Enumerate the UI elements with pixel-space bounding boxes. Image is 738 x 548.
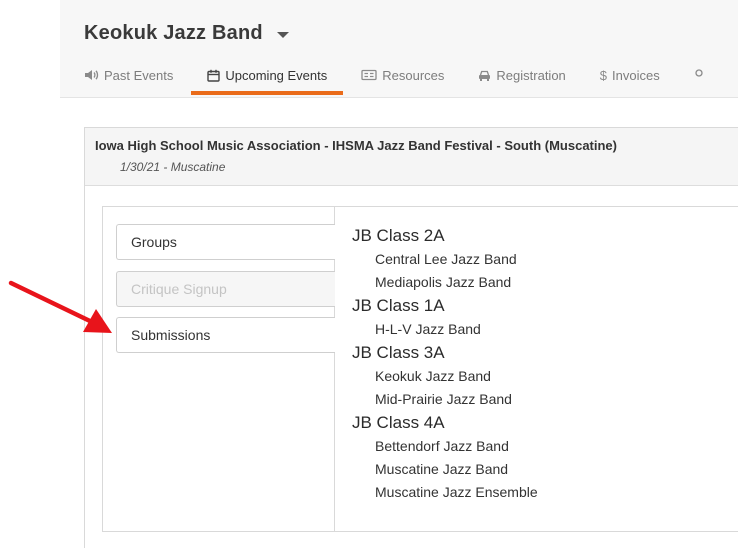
sidebar-item-groups[interactable]: Groups xyxy=(116,224,335,260)
class-name: JB Class 1A xyxy=(352,296,445,315)
event-date-location: 1/30/21 - Muscatine xyxy=(120,160,226,174)
tab-label: Upcoming Events xyxy=(225,67,328,83)
tab-resources[interactable]: Resources xyxy=(361,63,444,87)
tab-upcoming-events[interactable]: Upcoming Events xyxy=(191,63,344,95)
class-name: JB Class 2A xyxy=(352,226,445,245)
event-sidebar: Groups Critique Signup Submissions xyxy=(103,207,335,531)
event-detail-panel: Groups Critique Signup Submissions JB Cl… xyxy=(102,206,738,532)
tab-past-events[interactable]: Past Events xyxy=(84,63,173,87)
class-name: JB Class 3A xyxy=(352,343,445,362)
tab-label: Invoices xyxy=(612,67,660,83)
list-item: Keokuk Jazz Band xyxy=(375,368,491,384)
class-group: JB Class 1A H-L-V Jazz Band xyxy=(352,294,738,341)
sidebar-item-critique-signup: Critique Signup xyxy=(116,271,335,307)
tab-label: Resources xyxy=(382,67,445,83)
tab-registration[interactable]: Registration xyxy=(478,63,566,87)
list-item: Central Lee Jazz Band xyxy=(375,251,517,267)
speaker-icon xyxy=(84,69,99,81)
caret-down-icon xyxy=(276,31,289,38)
list-item: Muscatine Jazz Ensemble xyxy=(375,484,538,500)
more-icon xyxy=(694,69,704,81)
band-selector[interactable]: Keokuk Jazz Band xyxy=(84,22,289,45)
class-group-list: JB Class 2A Central Lee Jazz Band Mediap… xyxy=(352,224,738,504)
event-header: Iowa High School Music Association - IHS… xyxy=(85,128,738,186)
nav-tabs: Past Events Upcoming Events Resources Re… xyxy=(84,63,706,97)
class-group: JB Class 2A Central Lee Jazz Band Mediap… xyxy=(352,224,738,294)
class-name: JB Class 4A xyxy=(352,413,445,432)
band-header: Keokuk Jazz Band Past Events Upcoming Ev… xyxy=(60,0,738,98)
list-item: H-L-V Jazz Band xyxy=(375,321,481,337)
tab-invoices[interactable]: $ Invoices xyxy=(600,63,660,87)
calendar-icon xyxy=(207,69,221,82)
event-title: Iowa High School Music Association - IHS… xyxy=(95,138,617,153)
list-item: Mediapolis Jazz Band xyxy=(375,274,512,290)
tab-more[interactable] xyxy=(694,63,706,87)
list-item: Muscatine Jazz Band xyxy=(375,461,509,477)
dollar-icon: $ xyxy=(599,67,608,83)
band-title: Keokuk Jazz Band xyxy=(84,22,263,44)
event-panel: Iowa High School Music Association - IHS… xyxy=(84,127,738,548)
class-group: JB Class 3A Keokuk Jazz Band Mid-Prairie… xyxy=(352,341,738,411)
resources-icon xyxy=(361,69,377,81)
tab-label: Past Events xyxy=(104,67,174,83)
tab-label: Registration xyxy=(496,67,566,83)
app-window: Keokuk Jazz Band Past Events Upcoming Ev… xyxy=(0,0,738,548)
list-item: Mid-Prairie Jazz Band xyxy=(375,391,512,407)
sidebar-item-submissions[interactable]: Submissions xyxy=(116,317,335,353)
class-group: JB Class 4A Bettendorf Jazz Band Muscati… xyxy=(352,411,738,504)
list-item: Bettendorf Jazz Band xyxy=(375,438,509,454)
car-icon xyxy=(478,69,491,82)
